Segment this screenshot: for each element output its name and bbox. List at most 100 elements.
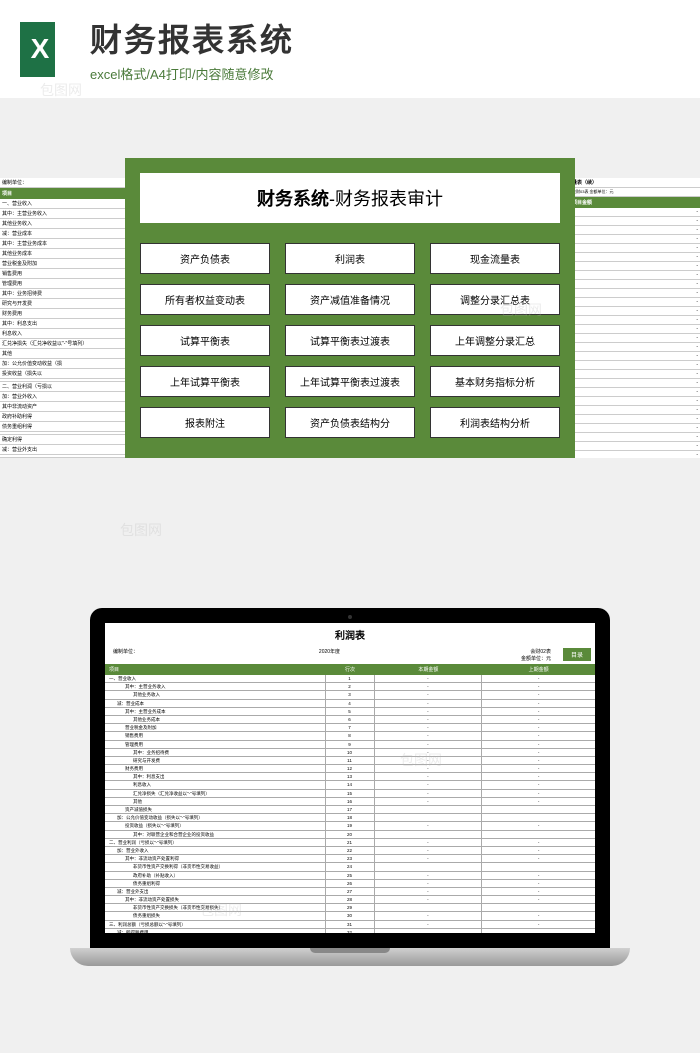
row-name: 其中：对联营企业和合营企业的投资收益 <box>105 831 326 838</box>
row-current: - <box>375 912 483 919</box>
row-current: - <box>375 872 483 879</box>
row-num: 24 <box>326 863 375 870</box>
bg-right-row: - <box>570 334 700 343</box>
nav-button-4[interactable]: 资产减值准备情况 <box>285 284 415 315</box>
row-num: 25 <box>326 872 375 879</box>
row-prev: - <box>482 888 595 895</box>
bg-left-row: 一、营业收入 <box>0 199 130 209</box>
row-current: - <box>375 839 483 846</box>
bg-left-row: 确定利得 <box>0 435 130 445</box>
row-prev: - <box>482 872 595 879</box>
row-num: 26 <box>326 880 375 887</box>
bg-right-row: - <box>570 415 700 424</box>
row-name: 营业税金及附加 <box>105 724 326 731</box>
navigation-panel: 财务系统-财务报表审计 资产负债表利润表现金流量表所有者权益变动表资产减值准备情… <box>125 158 575 458</box>
row-name: 其他 <box>105 798 326 805</box>
button-grid: 资产负债表利润表现金流量表所有者权益变动表资产减值准备情况调整分录汇总表试算平衡… <box>140 243 560 438</box>
row-current: - <box>375 921 483 928</box>
bg-left-unit: 编制单位： <box>0 178 130 188</box>
bg-right-row: - <box>570 379 700 388</box>
nav-button-2[interactable]: 现金流量表 <box>430 243 560 274</box>
row-prev: - <box>482 691 595 698</box>
row-name: 一、营业收入 <box>105 675 326 682</box>
mulu-button[interactable]: 目录 <box>563 648 591 661</box>
bg-right-title: 量表（续） <box>570 178 700 188</box>
row-name: 非货币性资产交换损失（非货币性交易损失） <box>105 904 326 911</box>
form-code: 会财02表 <box>530 649 551 655</box>
row-num: 15 <box>326 790 375 797</box>
row-num: 23 <box>326 855 375 862</box>
bg-right-row: - <box>570 298 700 307</box>
nav-button-7[interactable]: 试算平衡表过渡表 <box>285 325 415 356</box>
row-prev <box>482 806 595 813</box>
profit-row: 其他16-- <box>105 798 595 806</box>
row-prev: - <box>482 912 595 919</box>
panel-title-thin: -财务报表审计 <box>329 189 443 209</box>
row-num: 14 <box>326 781 375 788</box>
row-prev: - <box>482 675 595 682</box>
nav-button-11[interactable]: 基本财务指标分析 <box>430 366 560 397</box>
bg-right-row: - <box>570 235 700 244</box>
bg-right-row: - <box>570 307 700 316</box>
laptop-section: 利润表 目录 编制单位： 2020年度 会财02表 金额单位：元 项目 行次 本… <box>0 608 700 998</box>
nav-button-8[interactable]: 上年调整分录汇总 <box>430 325 560 356</box>
nav-button-9[interactable]: 上年试算平衡表 <box>140 366 270 397</box>
bg-right-row: - <box>570 343 700 352</box>
bg-table-right: 量表（续） 会财03表 金额单位：元 项目金额 ----------------… <box>570 178 700 458</box>
bg-right-row: - <box>570 289 700 298</box>
row-prev: - <box>482 822 595 829</box>
row-num: 29 <box>326 904 375 911</box>
nav-button-13[interactable]: 资产负债表结构分 <box>285 407 415 438</box>
row-name: 二、营业利润（亏损以"-"号填列） <box>105 839 326 846</box>
profit-row: 投资收益（损失以"-"号填列）19-- <box>105 822 595 830</box>
profit-row: 汇兑净损失（汇兑净收益以"-"号填列）15-- <box>105 790 595 798</box>
watermark: 包图网 <box>120 520 162 540</box>
row-name: 其他业务收入 <box>105 691 326 698</box>
row-num: 18 <box>326 814 375 821</box>
laptop-screen: 利润表 目录 编制单位： 2020年度 会财02表 金额单位：元 项目 行次 本… <box>90 608 610 948</box>
row-num: 28 <box>326 896 375 903</box>
nav-button-3[interactable]: 所有者权益变动表 <box>140 284 270 315</box>
nav-button-10[interactable]: 上年试算平衡表过渡表 <box>285 366 415 397</box>
profit-row: 一、营业收入1-- <box>105 675 595 683</box>
row-name: 减：营业成本 <box>105 700 326 707</box>
row-current: - <box>375 790 483 797</box>
row-current: - <box>375 773 483 780</box>
row-name: 减：营业外支出 <box>105 888 326 895</box>
bg-left-row: 减：营业外支出 <box>0 445 130 455</box>
excel-icon: X <box>20 22 75 77</box>
nav-button-5[interactable]: 调整分录汇总表 <box>430 284 560 315</box>
profit-row: 研究与开发费11-- <box>105 757 595 765</box>
bg-right-row: - <box>570 352 700 361</box>
bg-right-row: - <box>570 424 700 433</box>
profit-row: 非货币性资产交换损失（非货币性交易损失）29 <box>105 904 595 912</box>
bg-left-row: 二、营业利润（亏损以 <box>0 382 130 392</box>
row-current: - <box>375 855 483 862</box>
row-prev: - <box>482 896 595 903</box>
profit-row: 其他业务收入3-- <box>105 691 595 699</box>
header: X 财务报表系统 excel格式/A4打印/内容随意修改 <box>0 0 700 98</box>
laptop: 利润表 目录 编制单位： 2020年度 会财02表 金额单位：元 项目 行次 本… <box>70 608 630 998</box>
row-prev <box>482 904 595 911</box>
nav-button-12[interactable]: 报表附注 <box>140 407 270 438</box>
profit-row: 债务重组损失30-- <box>105 912 595 920</box>
row-name: 加：营业外收入 <box>105 847 326 854</box>
bg-right-row: - <box>570 370 700 379</box>
nav-button-14[interactable]: 利润表结构分析 <box>430 407 560 438</box>
nav-button-0[interactable]: 资产负债表 <box>140 243 270 274</box>
bg-left-header: 项目 <box>0 188 130 199</box>
row-num: 9 <box>326 741 375 748</box>
profit-row: 资产减值损失17 <box>105 806 595 814</box>
bg-right-row: - <box>570 226 700 235</box>
row-prev <box>482 831 595 838</box>
profit-row: 减：营业外支出27-- <box>105 888 595 896</box>
nav-button-1[interactable]: 利润表 <box>285 243 415 274</box>
row-current: - <box>375 757 483 764</box>
screen-content: 利润表 目录 编制单位： 2020年度 会财02表 金额单位：元 项目 行次 本… <box>105 623 595 933</box>
nav-button-6[interactable]: 试算平衡表 <box>140 325 270 356</box>
profit-row: 财务费用12-- <box>105 765 595 773</box>
row-num: 13 <box>326 773 375 780</box>
row-current: - <box>375 847 483 854</box>
row-num: 22 <box>326 847 375 854</box>
bg-left-row: 其中：主营业务成本 <box>0 239 130 249</box>
